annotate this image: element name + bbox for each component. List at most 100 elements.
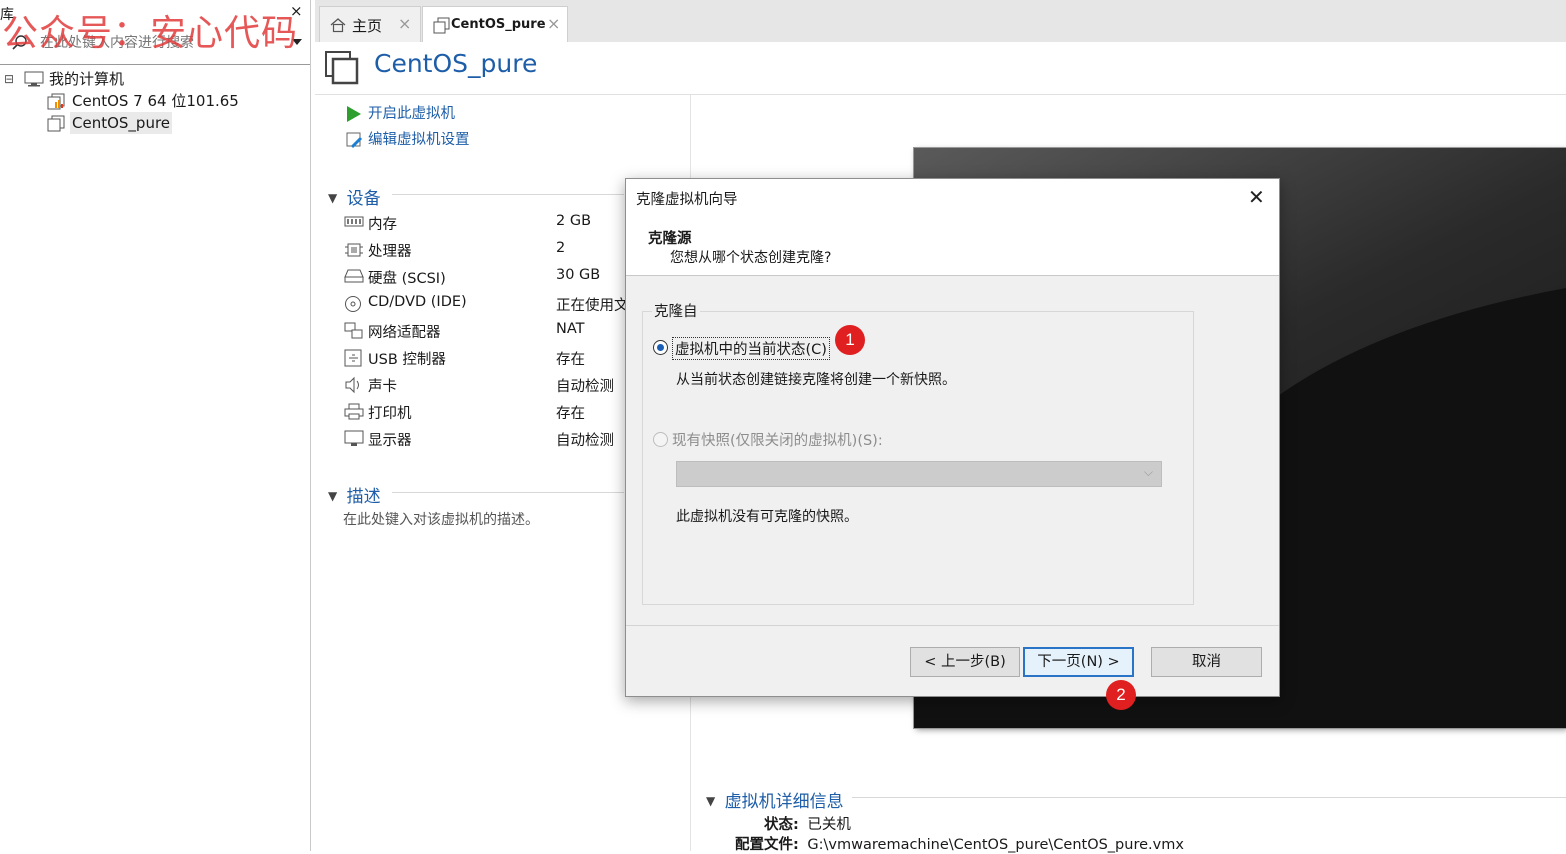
device-row-display[interactable]: 显示器 自动检测	[344, 427, 634, 451]
device-value: 2 GB	[556, 213, 592, 229]
tab-home[interactable]: 主页 ×	[319, 6, 421, 43]
device-name: 声卡	[368, 379, 397, 395]
library-search[interactable]	[8, 30, 306, 56]
search-icon	[12, 35, 27, 50]
dialog-titlebar[interactable]: 克隆虚拟机向导 ✕	[626, 179, 1279, 215]
cpu-icon	[345, 243, 363, 257]
edit-settings-label: 编辑虚拟机设置	[368, 132, 470, 148]
details-section-header[interactable]: ▼ 虚拟机详细信息	[706, 787, 844, 812]
library-divider	[0, 64, 310, 65]
dialog-close-icon[interactable]: ✕	[1248, 185, 1265, 209]
device-value: 2	[556, 240, 566, 256]
tab-label: CentOS_pure	[451, 17, 546, 32]
collapse-triangle-icon: ▼	[328, 489, 338, 503]
vm-running-icon	[47, 93, 65, 110]
footer-divider	[626, 625, 1279, 626]
dialog-subheading: 您想从哪个状态创建克隆?	[670, 250, 832, 266]
tree-collapse-icon[interactable]: ⊟	[4, 68, 14, 90]
devices-section-header[interactable]: ▼ 设备	[328, 184, 381, 209]
device-name: 硬盘 (SCSI)	[368, 271, 446, 287]
device-row-printer[interactable]: 打印机 存在	[344, 400, 634, 424]
harddisk-icon	[344, 269, 364, 283]
current-state-description: 从当前状态创建链接克隆将创建一个新快照。	[676, 372, 956, 388]
back-button[interactable]: < 上一步(B)	[910, 647, 1020, 677]
device-value: 自动检测	[556, 433, 614, 449]
network-icon	[344, 322, 363, 339]
tree-item-label: CentOS 7 64 位101.65	[72, 92, 239, 110]
section-divider	[392, 194, 624, 195]
dialog-header: 克隆源 您想从哪个状态创建克隆?	[626, 215, 1279, 276]
section-divider	[852, 797, 1566, 798]
device-row-network[interactable]: 网络适配器 NAT	[344, 319, 634, 343]
devices-title: 设备	[346, 189, 381, 209]
radio-existing-snapshot[interactable]	[653, 432, 668, 447]
next-button[interactable]: 下一页(N) >	[1023, 647, 1134, 677]
device-row-harddisk[interactable]: 硬盘 (SCSI) 30 GB	[344, 265, 634, 289]
clone-wizard-dialog: 克隆虚拟机向导 ✕ 克隆源 您想从哪个状态创建克隆? 克隆自 虚拟机中的当前状态…	[625, 178, 1280, 697]
detail-status: 状态: 已关机	[764, 813, 851, 834]
existing-snapshot-label[interactable]: 现有快照(仅限关闭的虚拟机)(S):	[672, 429, 883, 450]
tree-item-my-computer[interactable]: ⊟ 我的计算机	[4, 68, 204, 90]
device-value: 正在使用文	[556, 298, 629, 314]
tree-item-label: 我的计算机	[49, 70, 125, 88]
device-row-processor[interactable]: 处理器 2	[344, 238, 634, 262]
edit-settings-icon	[346, 132, 363, 149]
current-state-label[interactable]: 虚拟机中的当前状态(C)	[672, 337, 830, 360]
tree-item-label: CentOS_pure	[70, 112, 173, 134]
chevron-down-icon: ⌵	[1143, 465, 1153, 479]
search-dropdown-icon[interactable]	[292, 39, 302, 46]
device-name: CD/DVD (IDE)	[368, 294, 467, 310]
device-name: 显示器	[368, 433, 412, 449]
vm-title: CentOS_pure	[374, 49, 538, 78]
tab-close-icon[interactable]: ×	[547, 14, 560, 33]
library-search-input[interactable]	[38, 32, 277, 54]
device-row-cdrom[interactable]: CD/DVD (IDE) 正在使用文	[344, 292, 634, 316]
detail-label: 状态:	[764, 817, 799, 833]
device-name: 打印机	[368, 406, 412, 422]
device-value: 存在	[556, 406, 585, 422]
annotation-badge-2: 2	[1106, 680, 1136, 710]
tab-centos-pure[interactable]: CentOS_pure ×	[422, 6, 568, 44]
device-row-sound[interactable]: 声卡 自动检测	[344, 373, 634, 397]
description-section-header[interactable]: ▼ 描述	[328, 482, 381, 507]
device-value: 自动检测	[556, 379, 614, 395]
cancel-button[interactable]: 取消	[1151, 647, 1262, 677]
power-on-label: 开启此虚拟机	[368, 106, 455, 122]
tab-label: 主页	[352, 17, 383, 35]
group-label: 克隆自	[652, 300, 700, 321]
section-divider	[392, 492, 624, 493]
play-icon	[347, 106, 361, 122]
sound-icon	[345, 376, 359, 394]
memory-icon	[344, 216, 364, 227]
device-name: 网络适配器	[368, 325, 441, 341]
dialog-title: 克隆虚拟机向导	[636, 192, 738, 208]
tab-bar: 主页 × CentOS_pure ×	[315, 0, 1566, 44]
device-name: USB 控制器	[368, 352, 446, 368]
tree-item-centos7[interactable]: CentOS 7 64 位101.65	[46, 90, 266, 112]
snapshot-select[interactable]: ⌵	[676, 461, 1162, 487]
printer-icon	[344, 403, 364, 420]
tree-item-centos-pure[interactable]: CentOS_pure	[46, 112, 176, 134]
tab-close-icon[interactable]: ×	[398, 14, 411, 33]
collapse-triangle-icon: ▼	[328, 191, 338, 205]
library-close-icon[interactable]: ×	[290, 2, 303, 20]
vm-icon	[433, 17, 450, 34]
library-title: 库	[0, 7, 14, 23]
usb-icon	[344, 349, 362, 367]
device-row-usb[interactable]: USB 控制器 存在	[344, 346, 634, 370]
library-panel: 库 × ⊟ 我的计算机 CentOS 7 64 位101.65	[0, 0, 311, 851]
vm-icon	[47, 115, 65, 132]
annotation-badge-1: 1	[835, 325, 865, 355]
device-value: 存在	[556, 352, 585, 368]
radio-current-state[interactable]	[653, 340, 668, 355]
device-name: 处理器	[368, 244, 412, 260]
display-icon	[344, 430, 364, 446]
details-title: 虚拟机详细信息	[724, 792, 844, 812]
no-snapshot-text: 此虚拟机没有可克隆的快照。	[676, 509, 858, 525]
cdrom-icon	[345, 296, 361, 312]
device-value: 30 GB	[556, 267, 601, 283]
vm-large-icon	[325, 51, 359, 85]
computer-icon	[24, 71, 44, 87]
description-input[interactable]: 在此处键入对该虚拟机的描述。	[343, 509, 539, 529]
device-row-memory[interactable]: 内存 2 GB	[344, 211, 634, 235]
